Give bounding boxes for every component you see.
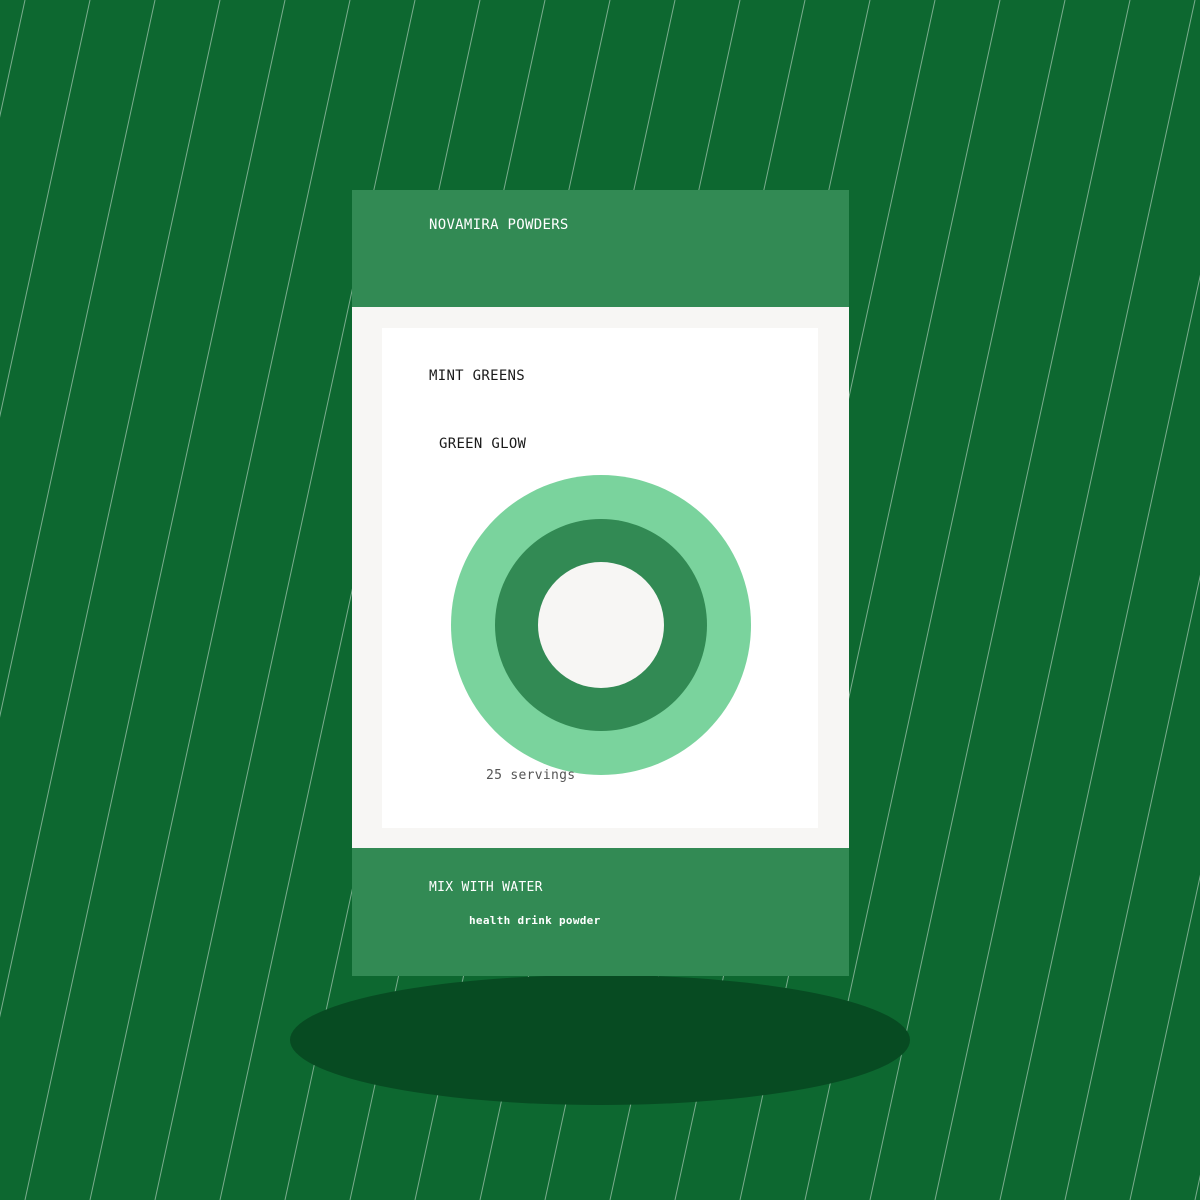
background-stripe bbox=[0, 0, 91, 418]
background-stripe bbox=[0, 0, 156, 718]
package-bottom-band: MIX WITH WATER health drink powder bbox=[352, 848, 849, 976]
background-stripe bbox=[869, 0, 1131, 1200]
background-stripe bbox=[1194, 1174, 1200, 1200]
background-stripe bbox=[0, 0, 221, 1018]
background-stripe bbox=[934, 0, 1196, 1200]
ring-center bbox=[538, 562, 664, 688]
flavor-name: GREEN GLOW bbox=[439, 436, 527, 452]
brand-name: NOVAMIRA POWDERS bbox=[429, 217, 569, 233]
product-name: MINT GREENS bbox=[429, 368, 526, 384]
background-stripe bbox=[1129, 874, 1200, 1200]
product-category: health drink powder bbox=[469, 914, 601, 927]
background-stripe bbox=[24, 0, 286, 1200]
package-top-band: NOVAMIRA POWDERS bbox=[352, 190, 849, 307]
mixing-instructions: MIX WITH WATER bbox=[429, 880, 543, 895]
background-stripe bbox=[1064, 574, 1200, 1200]
background-stripe bbox=[999, 274, 1200, 1200]
package-shadow bbox=[290, 975, 910, 1105]
ring-emblem-icon bbox=[451, 475, 751, 775]
label-area: MINT GREENS GREEN GLOW 25 servings bbox=[352, 307, 849, 848]
servings-count: 25 servings bbox=[486, 768, 576, 783]
background-stripe bbox=[0, 0, 26, 118]
label-card: MINT GREENS GREEN GLOW 25 servings bbox=[382, 328, 818, 828]
product-package: NOVAMIRA POWDERS MINT GREENS GREEN GLOW … bbox=[352, 190, 849, 976]
